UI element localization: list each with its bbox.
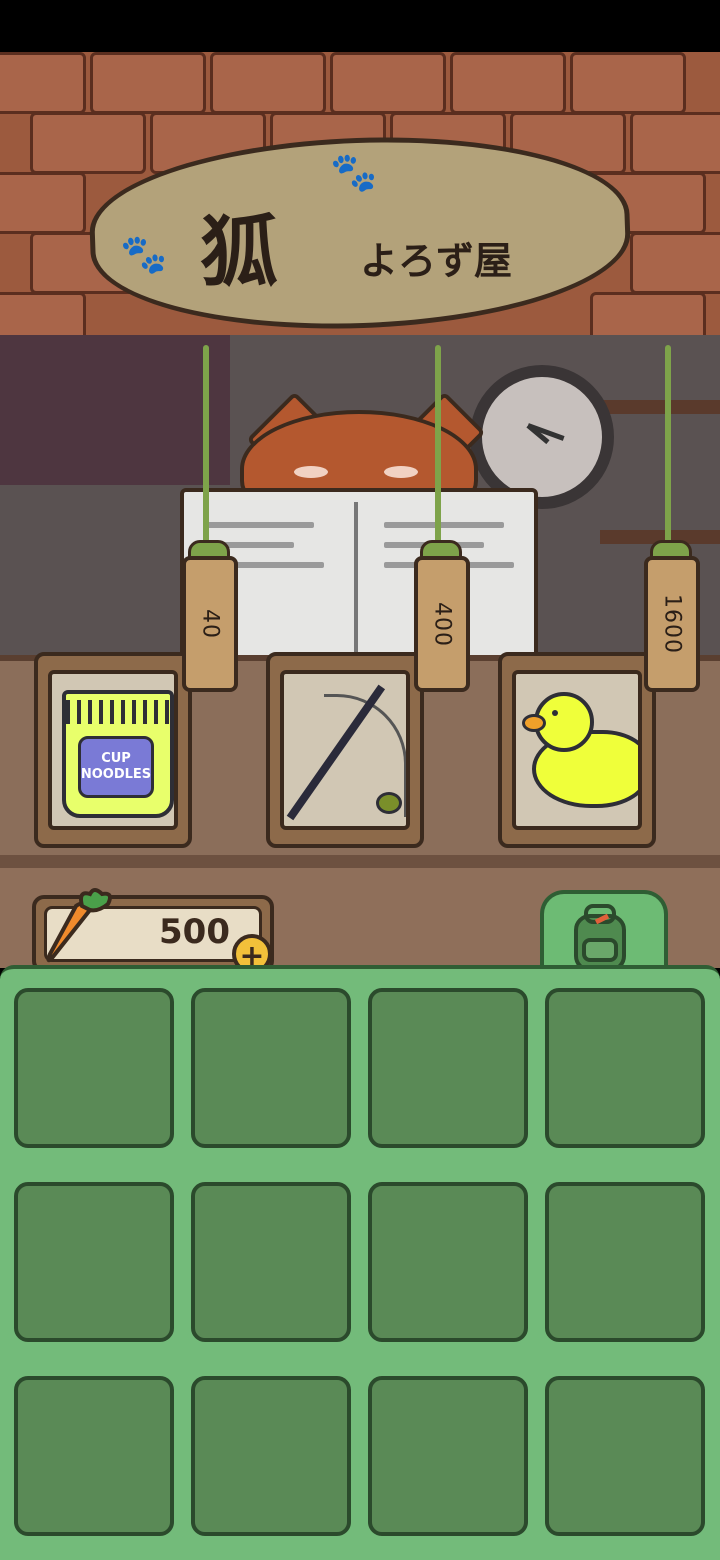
price-tag: 400 — [414, 556, 470, 692]
price-label: 40 — [197, 609, 223, 639]
inventory-slot[interactable] — [368, 1376, 528, 1536]
tag-string — [665, 345, 671, 545]
inventory-slot[interactable] — [545, 988, 705, 1148]
carrot-icon — [46, 888, 112, 963]
curtain-decoration — [0, 335, 230, 485]
cup-noodles-icon: CUP NOODLES — [62, 690, 174, 818]
sign-subtitle: よろず屋 — [360, 238, 513, 283]
paw-icon: 🐾 — [120, 232, 168, 276]
status-bar — [0, 0, 720, 52]
inventory-slot[interactable] — [191, 988, 351, 1148]
price-tag: 40 — [182, 556, 238, 692]
paw-icon: 🐾 — [330, 150, 378, 194]
tag-string — [435, 345, 441, 545]
shop-item-cup-noodles[interactable]: CUP NOODLES — [34, 652, 192, 848]
price-tag: 1600 — [644, 556, 700, 692]
carrot-count: 500 — [159, 912, 230, 952]
inventory-slot[interactable] — [191, 1376, 351, 1536]
tag-string — [203, 345, 209, 545]
price-label: 1600 — [659, 594, 685, 654]
game-screen: 🐾 🐾 狐 よろず屋 CUP NOODLES 40 400 1600 500 + — [0, 0, 720, 1560]
shop-item-fishing-rod[interactable] — [266, 652, 424, 848]
inventory-slot[interactable] — [14, 988, 174, 1148]
bobber-icon — [376, 792, 402, 814]
counter-edge — [0, 855, 720, 869]
inventory-slot[interactable] — [368, 988, 528, 1148]
inventory-slot[interactable] — [14, 1376, 174, 1536]
price-label: 400 — [429, 601, 455, 647]
inventory-slot[interactable] — [191, 1182, 351, 1342]
shop-item-rubber-duck[interactable] — [498, 652, 656, 848]
sign-title: 狐 — [200, 207, 279, 298]
shelf — [600, 400, 720, 414]
inventory-slot[interactable] — [368, 1182, 528, 1342]
inventory-slot[interactable] — [545, 1182, 705, 1342]
cup-noodles-label: CUP NOODLES — [78, 736, 154, 798]
inventory-slot[interactable] — [14, 1182, 174, 1342]
inventory-slot[interactable] — [545, 1376, 705, 1536]
duck-beak — [522, 714, 546, 732]
